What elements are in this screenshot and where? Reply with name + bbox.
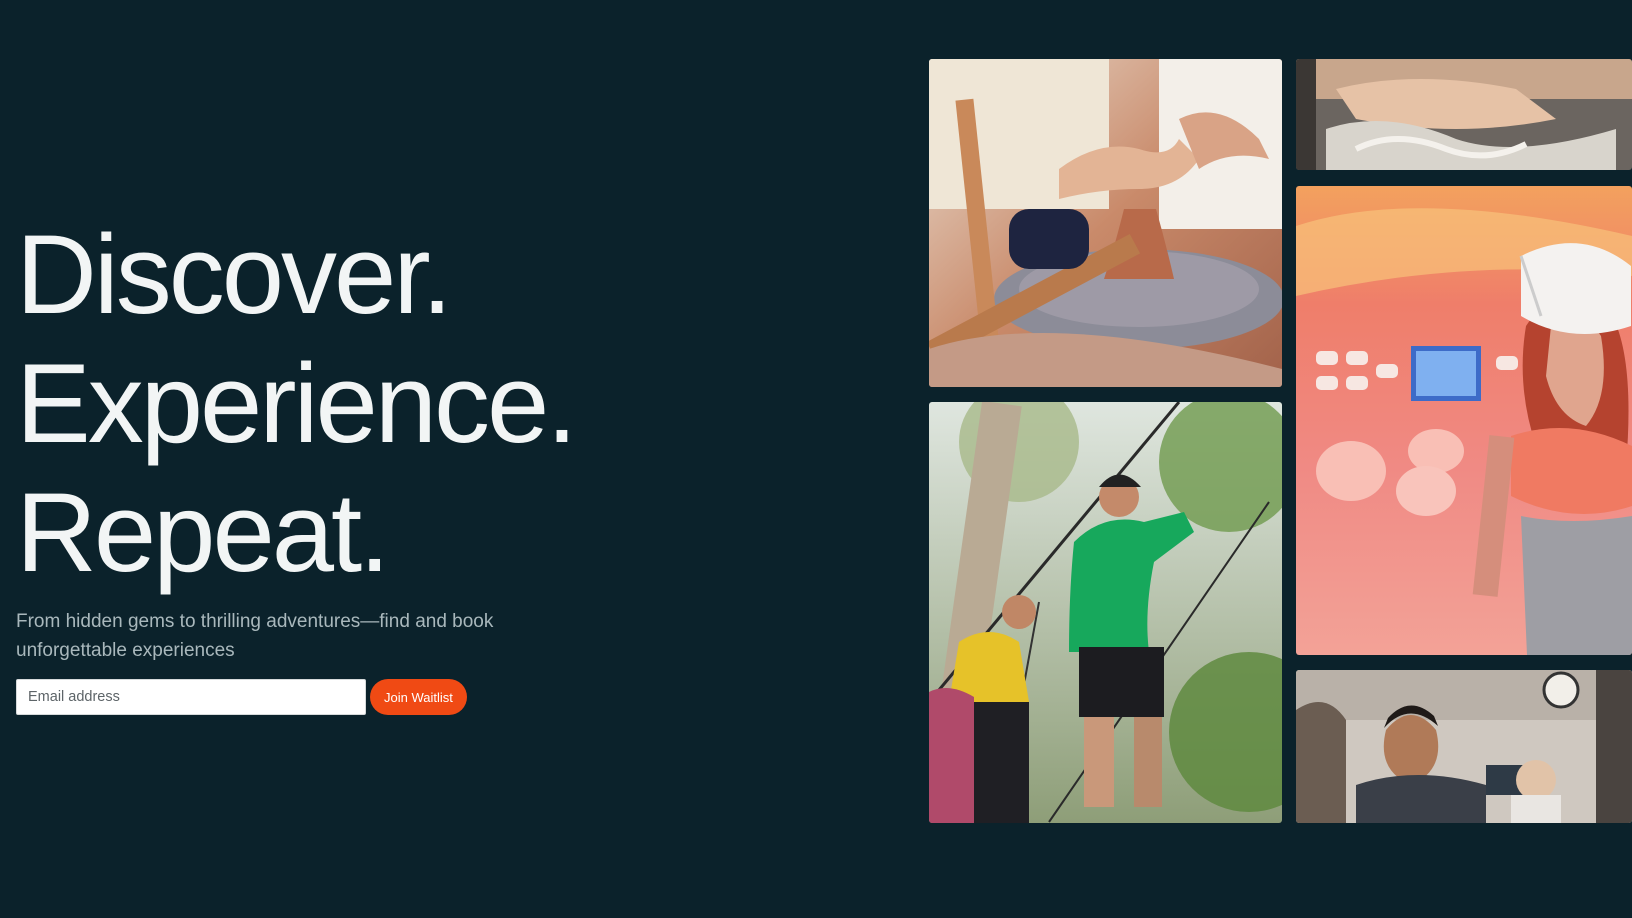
- email-input[interactable]: [16, 679, 366, 715]
- hero-section: Discover. Experience. Repeat. From hidde…: [16, 210, 636, 715]
- hero-subtitle: From hidden gems to thrilling adventures…: [16, 611, 494, 661]
- cooking-class-photo: [1296, 670, 1632, 823]
- headline-line-3: Repeat.: [16, 470, 390, 595]
- dough-kneading-photo: [1296, 59, 1632, 170]
- headline-line-2: Experience.: [16, 341, 577, 466]
- rope-course-photo: [929, 402, 1282, 823]
- join-waitlist-button[interactable]: Join Waitlist: [370, 679, 467, 715]
- waitlist-form: Join Waitlist: [16, 679, 636, 715]
- landing-page: Discover. Experience. Repeat. From hidde…: [0, 0, 1632, 918]
- hero-headline: Discover. Experience. Repeat.: [16, 210, 636, 597]
- headline-line-1: Discover.: [16, 212, 453, 337]
- vr-headset-photo: [1296, 186, 1632, 655]
- pottery-wheel-photo: [929, 59, 1282, 387]
